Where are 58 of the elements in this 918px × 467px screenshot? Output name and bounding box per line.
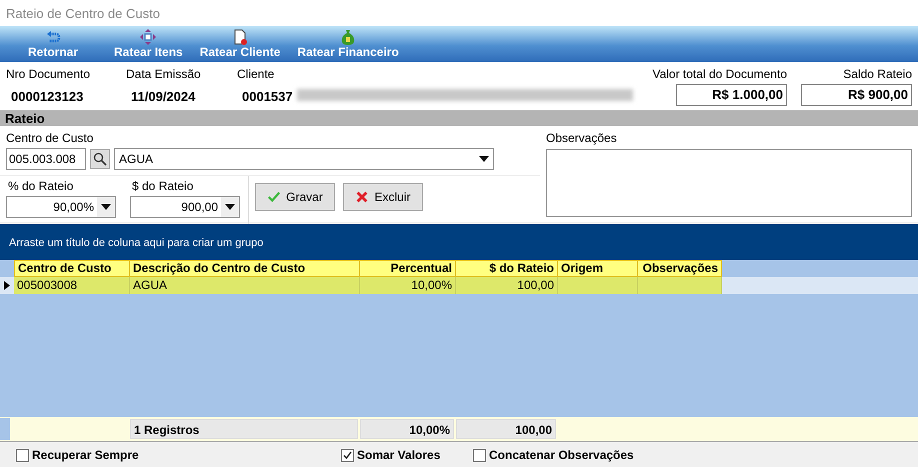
checkbox[interactable]: [341, 448, 354, 462]
column-header[interactable]: $ do Rateio: [456, 260, 558, 277]
column-header[interactable]: Descrição do Centro de Custo: [130, 260, 360, 277]
section-header: Rateio: [0, 111, 918, 126]
field-value: 11/09/2024: [130, 89, 196, 104]
column-header[interactable]: Centro de Custo: [14, 260, 130, 277]
total-field: R$ 900,00: [801, 84, 912, 106]
summary-cell: 1 Registros: [130, 419, 358, 439]
return-arrow-icon: [45, 29, 61, 45]
amount-field[interactable]: 900,00: [130, 196, 240, 218]
summary-cell: 10,00%: [360, 419, 454, 439]
table-cell: 005003008: [14, 277, 130, 294]
checkbox[interactable]: [473, 448, 486, 462]
field-label: $ do Rateio: [132, 179, 194, 193]
table-cell: 10,00%: [360, 277, 456, 294]
field-value: 0000123123: [10, 89, 84, 104]
field-label: Data Emissão: [126, 67, 202, 81]
dropdown-caret-icon[interactable]: [479, 156, 489, 162]
window-title: Rateio de Centro de Custo: [0, 0, 918, 26]
column-header[interactable]: Percentual: [360, 260, 456, 277]
percent-field[interactable]: 90,00%: [6, 196, 116, 218]
column-header[interactable]: Observações: [638, 260, 722, 277]
toolbar-button[interactable]: Ratear Financeiro: [289, 27, 407, 62]
column-header[interactable]: Origem: [558, 260, 638, 277]
checkbox-label[interactable]: Somar Valores: [357, 448, 440, 462]
summary-cell: 100,00: [456, 419, 556, 439]
check-icon: [267, 190, 282, 204]
field-label: Cliente: [237, 67, 276, 81]
table-cell: 100,00: [456, 277, 558, 294]
money-bag-icon: [340, 29, 356, 45]
field-label: Valor total do Documento: [652, 67, 787, 81]
field-label: Centro de Custo: [6, 131, 94, 145]
field-label: Saldo Rateio: [843, 67, 912, 81]
table-cell: AGUA: [130, 277, 360, 294]
delete-button[interactable]: Excluir: [343, 183, 423, 211]
notes-field[interactable]: [546, 149, 912, 217]
toolbar-button[interactable]: Ratear Cliente: [192, 27, 288, 62]
code-field[interactable]: 005.003.008: [6, 148, 86, 170]
dropdown-caret-icon[interactable]: [101, 204, 111, 210]
save-button[interactable]: Gravar: [255, 183, 335, 211]
table-row[interactable]: 005003008 AGUA 10,00% 100,00: [14, 277, 722, 294]
field-label: % do Rateio: [8, 179, 74, 193]
checkbox-label[interactable]: Concatenar Observações: [489, 448, 634, 462]
total-field: R$ 1.000,00: [676, 84, 787, 106]
search-button[interactable]: [90, 149, 110, 169]
dropdown-caret-icon[interactable]: [225, 204, 235, 210]
move-arrows-icon: [140, 29, 156, 45]
cross-icon: [355, 190, 370, 204]
group-panel-hint: Arraste um título de coluna aqui para criar um grupo: [0, 224, 918, 260]
description-dropdown[interactable]: AGUA: [114, 148, 494, 170]
toolbar-button[interactable]: Retornar: [20, 27, 86, 62]
toolbar-button[interactable]: Ratear Itens: [106, 27, 191, 62]
field-value: 0001537: [241, 89, 294, 104]
field-label: Observações: [546, 131, 618, 145]
field-label: Nro Documento: [6, 67, 92, 81]
checkbox-label[interactable]: Recuperar Sempre: [32, 448, 139, 462]
checkbox[interactable]: [16, 448, 29, 462]
document-icon: [232, 29, 248, 45]
